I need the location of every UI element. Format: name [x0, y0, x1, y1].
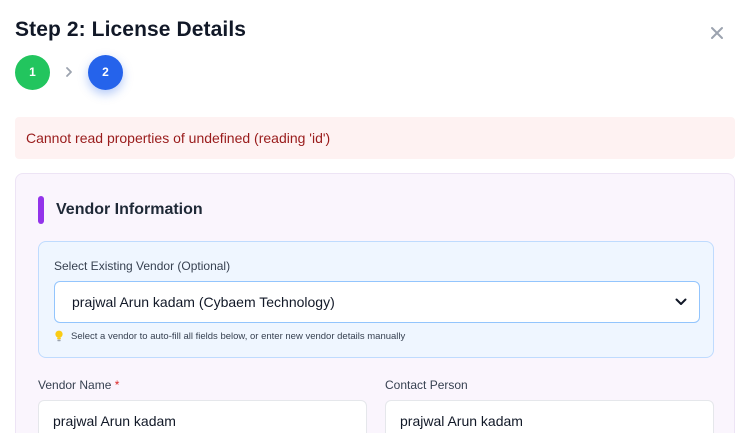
stepper: 1 2	[15, 54, 123, 90]
required-asterisk: *	[114, 378, 120, 392]
vendor-select-label: Select Existing Vendor (Optional)	[54, 259, 231, 273]
close-button[interactable]	[707, 23, 727, 43]
vendor-select-value: prajwal Arun kadam (Cybaem Technology)	[72, 294, 335, 310]
vendor-name-label-text: Vendor Name	[38, 378, 112, 392]
contact-person-label: Contact Person	[385, 378, 468, 392]
error-banner: Cannot read properties of undefined (rea…	[15, 117, 735, 159]
section-accent-bar	[38, 196, 44, 224]
chevron-down-icon	[675, 295, 689, 309]
contact-person-input[interactable]: prajwal Arun kadam	[385, 400, 714, 433]
step-1-indicator[interactable]: 1	[15, 54, 50, 90]
chevron-right-icon	[50, 66, 88, 78]
vendor-name-label: Vendor Name *	[38, 378, 119, 392]
section-title: Vendor Information	[56, 201, 203, 218]
step-2-indicator[interactable]: 2	[88, 54, 123, 90]
vendor-information-card: Vendor Information Select Existing Vendo…	[15, 173, 735, 433]
page-title: Step 2: License Details	[15, 18, 247, 41]
error-message: Cannot read properties of undefined (rea…	[26, 130, 331, 146]
lightbulb-icon	[54, 330, 66, 342]
existing-vendor-panel: Select Existing Vendor (Optional) prajwa…	[38, 241, 714, 358]
close-icon	[711, 27, 723, 39]
vendor-hint-text: Select a vendor to auto-fill all fields …	[71, 330, 406, 342]
vendor-hint: Select a vendor to auto-fill all fields …	[54, 330, 405, 342]
vendor-name-input[interactable]: prajwal Arun kadam	[38, 400, 367, 433]
vendor-select[interactable]: prajwal Arun kadam (Cybaem Technology)	[54, 281, 700, 323]
